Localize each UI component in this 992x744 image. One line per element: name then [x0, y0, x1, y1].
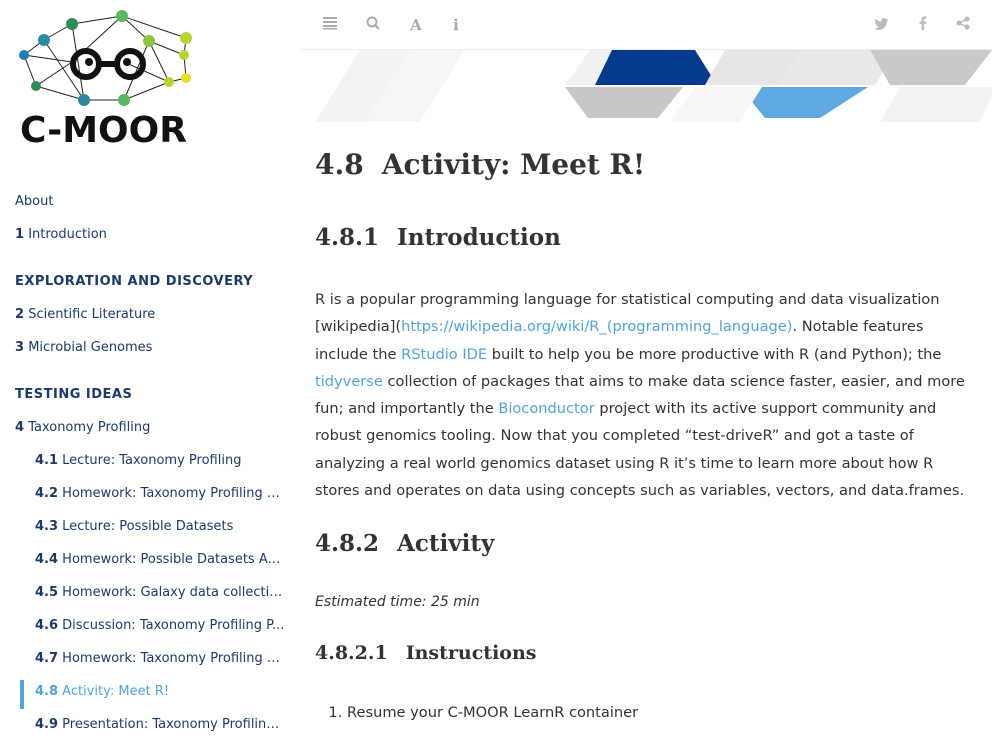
c-moor-logo[interactable]: C-MOOR — [14, 10, 209, 150]
table-of-contents: About 1 Introduction EXPLORATION AND DISCO… — [0, 190, 300, 744]
info-icon[interactable]: i — [447, 16, 465, 34]
toc-item[interactable]: 4.1 Lecture: Taxonomy Profiling — [0, 449, 285, 482]
toc-item-number: 4.3 — [35, 519, 59, 534]
page-title: 4.8 Activity: Meet R! — [315, 148, 646, 181]
toc-item-label: Homework: Taxonomy Profiling Pr... — [62, 486, 285, 501]
toc-item-label: Homework: Galaxy data collectio... — [62, 585, 285, 600]
toc-item-number: 4.6 — [35, 618, 59, 633]
toc-item-number: 3 — [15, 340, 25, 355]
toc-item-number: 4.2 — [35, 486, 59, 501]
intro-paragraph: R is a popular programming language for … — [315, 291, 965, 500]
toc-item-number: 4 — [15, 420, 25, 435]
toc-item[interactable]: 4.3 Lecture: Possible Datasets — [0, 515, 285, 548]
rstudio-link[interactable]: RStudio IDE — [401, 346, 487, 363]
toc-item[interactable]: 1 Introduction — [0, 223, 290, 256]
logo-text: C-MOOR — [20, 110, 187, 150]
toc-item[interactable]: 4.5 Homework: Galaxy data collectio... — [0, 581, 285, 614]
toc-item[interactable]: 4.9 Presentation: Taxonomy Profiling ... — [0, 713, 285, 744]
font-settings-icon[interactable]: A — [407, 16, 425, 34]
toc-item[interactable]: 4 Taxonomy Profiling — [0, 416, 290, 449]
toc-item-label: About — [15, 194, 54, 209]
toc-item[interactable]: 4.2 Homework: Taxonomy Profiling Pr... — [0, 482, 285, 515]
toc-section-header: TESTING IDEAS — [15, 387, 133, 402]
toc-item-label: Introduction — [28, 227, 107, 242]
toc-item-number: 4.9 — [35, 717, 59, 732]
toc-item-number: 4.1 — [35, 453, 59, 468]
search-icon[interactable] — [364, 16, 382, 34]
toc-item-label: Lecture: Taxonomy Profiling — [62, 453, 242, 468]
toc-item[interactable]: 4.6 Discussion: Taxonomy Profiling P... — [0, 614, 285, 647]
list-item: Open sciserver.org in a web browser and … — [347, 732, 810, 744]
estimated-time: Estimated time: 25 min — [315, 594, 480, 610]
subsection-heading-instructions: 4.8.2.1 Instructions — [315, 642, 537, 664]
toc-item-label: Homework: Possible Datasets Act... — [62, 552, 285, 567]
toc-section-header: EXPLORATION AND DISCOVERY — [15, 274, 254, 289]
toc-item[interactable]: 4.8 Activity: Meet R! — [0, 680, 285, 713]
toc-item[interactable]: 4.7 Homework: Taxonomy Profiling Pr... — [0, 647, 285, 680]
toc-item-label: Discussion: Taxonomy Profiling P... — [62, 618, 285, 633]
toc-item-label: Lecture: Possible Datasets — [62, 519, 234, 534]
toc-item-label: Activity: Meet R! — [62, 684, 170, 699]
toc-item-label: Homework: Taxonomy Profiling Pr... — [62, 651, 285, 666]
facebook-icon[interactable] — [914, 16, 932, 34]
toc-item-label: Scientific Literature — [28, 307, 156, 322]
section-heading-activity: 4.8.2 Activity — [315, 530, 495, 557]
toc-item-number: 4.7 — [35, 651, 59, 666]
tidyverse-link[interactable]: tidyverse — [315, 373, 383, 390]
toc-item-number: 2 — [15, 307, 25, 322]
sidebar: C-MOOR About 1 Introduction EXPLORATION AN… — [0, 0, 300, 744]
toc-item-label: Taxonomy Profiling — [28, 420, 151, 435]
toc-item-number: 1 — [15, 227, 25, 242]
toc-item[interactable]: 3 Microbial Genomes — [0, 336, 290, 369]
toc-item[interactable]: About — [0, 190, 290, 223]
toolbar: A i — [300, 0, 992, 50]
list-item: Resume your C-MOOR LearnR container — [347, 694, 810, 732]
instructions-list: Resume your C-MOOR LearnR container Open… — [347, 694, 810, 744]
share-icon[interactable] — [954, 16, 972, 34]
toc-item-number: 4.5 — [35, 585, 59, 600]
toc-toggle-icon[interactable] — [321, 16, 339, 34]
toc-item-label: Microbial Genomes — [28, 340, 153, 355]
bioconductor-link[interactable]: Bioconductor — [498, 400, 594, 417]
header-banner-image — [315, 50, 992, 122]
wikipedia-link[interactable]: https://wikipedia.org/wiki/R_(programmin… — [401, 318, 792, 335]
toc-item[interactable]: 4.4 Homework: Possible Datasets Act... — [0, 548, 285, 581]
toc-item-label: Presentation: Taxonomy Profiling ... — [62, 717, 285, 732]
toc-item-number: 4.4 — [35, 552, 59, 567]
toc-item[interactable]: 2 Scientific Literature — [0, 303, 290, 336]
section-heading-introduction: 4.8.1 Introduction — [315, 224, 561, 251]
twitter-icon[interactable] — [872, 16, 890, 34]
toc-item-number: 4.8 — [35, 684, 59, 699]
